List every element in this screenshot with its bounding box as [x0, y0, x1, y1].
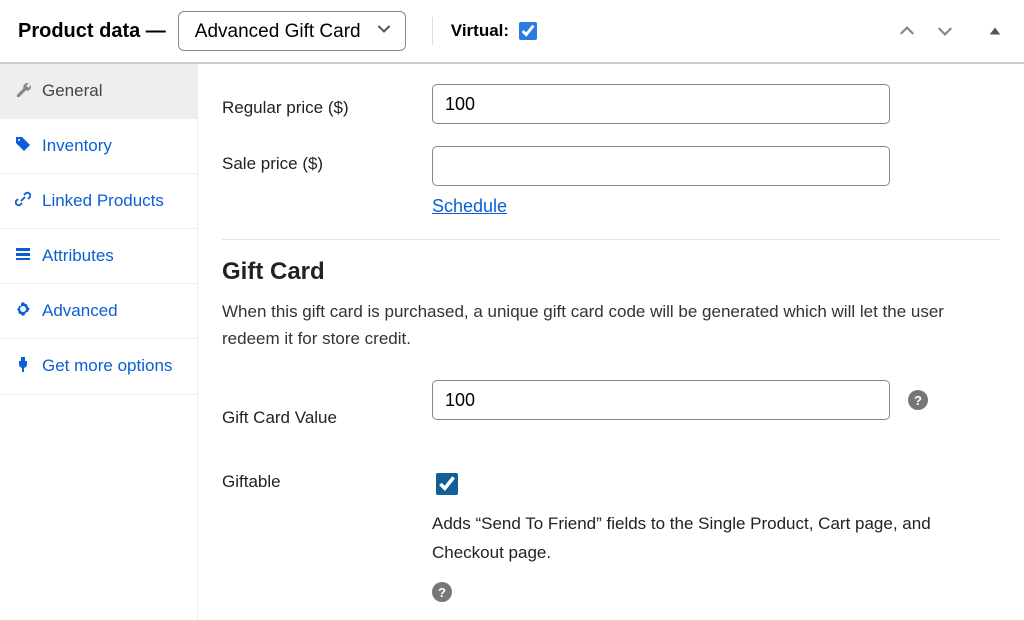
giftable-description: Adds “Send To Friend” fields to the Sing…	[432, 510, 1000, 568]
panel-title: Product data —	[18, 20, 166, 43]
tab-label: Linked Products	[42, 190, 164, 212]
product-type-select[interactable]: Advanced Gift Card	[178, 11, 406, 51]
list-icon	[14, 246, 32, 262]
panel-header: Product data — Advanced Gift Card Virtua…	[0, 0, 1024, 64]
plug-icon	[14, 356, 32, 372]
tab-linked-products[interactable]: Linked Products	[0, 174, 197, 229]
move-up-icon[interactable]	[894, 18, 920, 44]
general-panel: Regular price ($) Sale price ($) Schedul…	[198, 64, 1024, 620]
regular-price-label: Regular price ($)	[222, 90, 432, 118]
gift-card-heading: Gift Card	[222, 258, 1000, 286]
product-data-tabs: General Inventory Linked Products Attrib…	[0, 64, 198, 620]
tab-label: Attributes	[42, 245, 114, 267]
tab-advanced[interactable]: Advanced	[0, 284, 197, 339]
virtual-checkbox[interactable]	[519, 22, 537, 40]
regular-price-input[interactable]	[432, 84, 890, 124]
tab-label: Get more options	[42, 355, 172, 377]
tab-get-more-options[interactable]: Get more options	[0, 339, 197, 394]
wrench-icon	[14, 81, 32, 97]
tab-label: Inventory	[42, 135, 112, 157]
gear-icon	[14, 301, 32, 317]
tag-icon	[14, 136, 32, 152]
collapse-icon[interactable]	[984, 20, 1006, 42]
gift-card-description: When this gift card is purchased, a uniq…	[222, 298, 1000, 352]
link-icon	[14, 191, 32, 207]
sale-price-input[interactable]	[432, 146, 890, 186]
tab-inventory[interactable]: Inventory	[0, 119, 197, 174]
schedule-link[interactable]: Schedule	[432, 196, 507, 217]
help-icon[interactable]: ?	[908, 390, 928, 410]
tab-attributes[interactable]: Attributes	[0, 229, 197, 284]
tab-label: Advanced	[42, 300, 118, 322]
move-down-icon[interactable]	[932, 18, 958, 44]
gift-card-value-input[interactable]	[432, 380, 890, 420]
virtual-label: Virtual:	[451, 21, 509, 41]
help-icon[interactable]: ?	[432, 582, 452, 602]
sale-price-label: Sale price ($)	[222, 146, 432, 174]
tab-label: General	[42, 80, 102, 102]
divider	[222, 239, 1000, 240]
divider	[432, 17, 433, 45]
tab-general[interactable]: General	[0, 64, 197, 119]
virtual-toggle[interactable]: Virtual:	[451, 19, 540, 43]
giftable-checkbox[interactable]	[436, 473, 458, 495]
giftable-label: Giftable	[222, 470, 432, 492]
gift-card-value-label: Gift Card Value	[222, 400, 432, 428]
